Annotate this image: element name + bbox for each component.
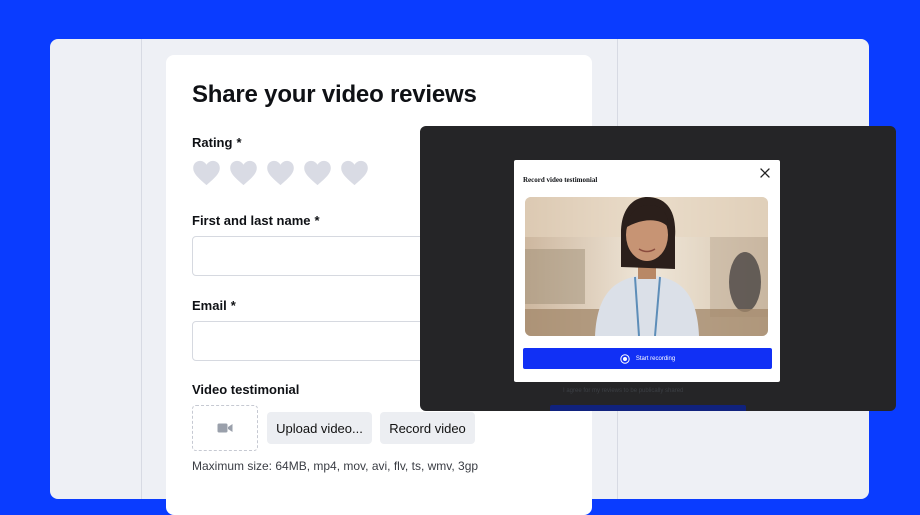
heart-icon[interactable] [192,159,221,187]
video-dropzone[interactable] [192,405,258,451]
video-camera-icon [217,423,233,433]
video-label: Video testimonial [192,382,300,397]
record-video-modal: Record video testimonial Start recording [514,160,780,382]
heart-icon[interactable] [229,159,258,187]
name-label: First and last name * [192,213,320,228]
record-video-button[interactable]: Record video [380,412,475,444]
upload-video-button[interactable]: Upload video... [267,412,372,444]
name-field[interactable] [192,236,434,276]
camera-preview-image [525,197,768,336]
camera-preview [525,197,768,336]
heart-icon[interactable] [303,159,332,187]
heart-icon[interactable] [340,159,369,187]
submit-button-behind [550,405,746,411]
record-dialog-overlay: I agree for my reviews to be publically … [420,126,896,411]
heart-icon[interactable] [266,159,295,187]
close-icon[interactable] [758,166,772,180]
upload-hint: Maximum size: 64MB, mp4, mov, avi, flv, … [192,459,479,473]
required-mark: * [314,213,320,228]
start-recording-label: Start recording [635,355,676,362]
rating-hearts [192,159,369,187]
divider-left [141,39,142,499]
record-icon [620,353,630,364]
rating-label: Rating * [192,135,242,150]
modal-title: Record video testimonial [523,176,598,184]
required-mark: * [230,298,236,313]
email-field[interactable] [192,321,434,361]
start-recording-button[interactable]: Start recording [523,348,772,369]
page-title: Share your video reviews [192,81,477,108]
required-mark: * [236,135,242,150]
email-label: Email * [192,298,236,313]
consent-text: I agree for my reviews to be publically … [563,388,684,394]
